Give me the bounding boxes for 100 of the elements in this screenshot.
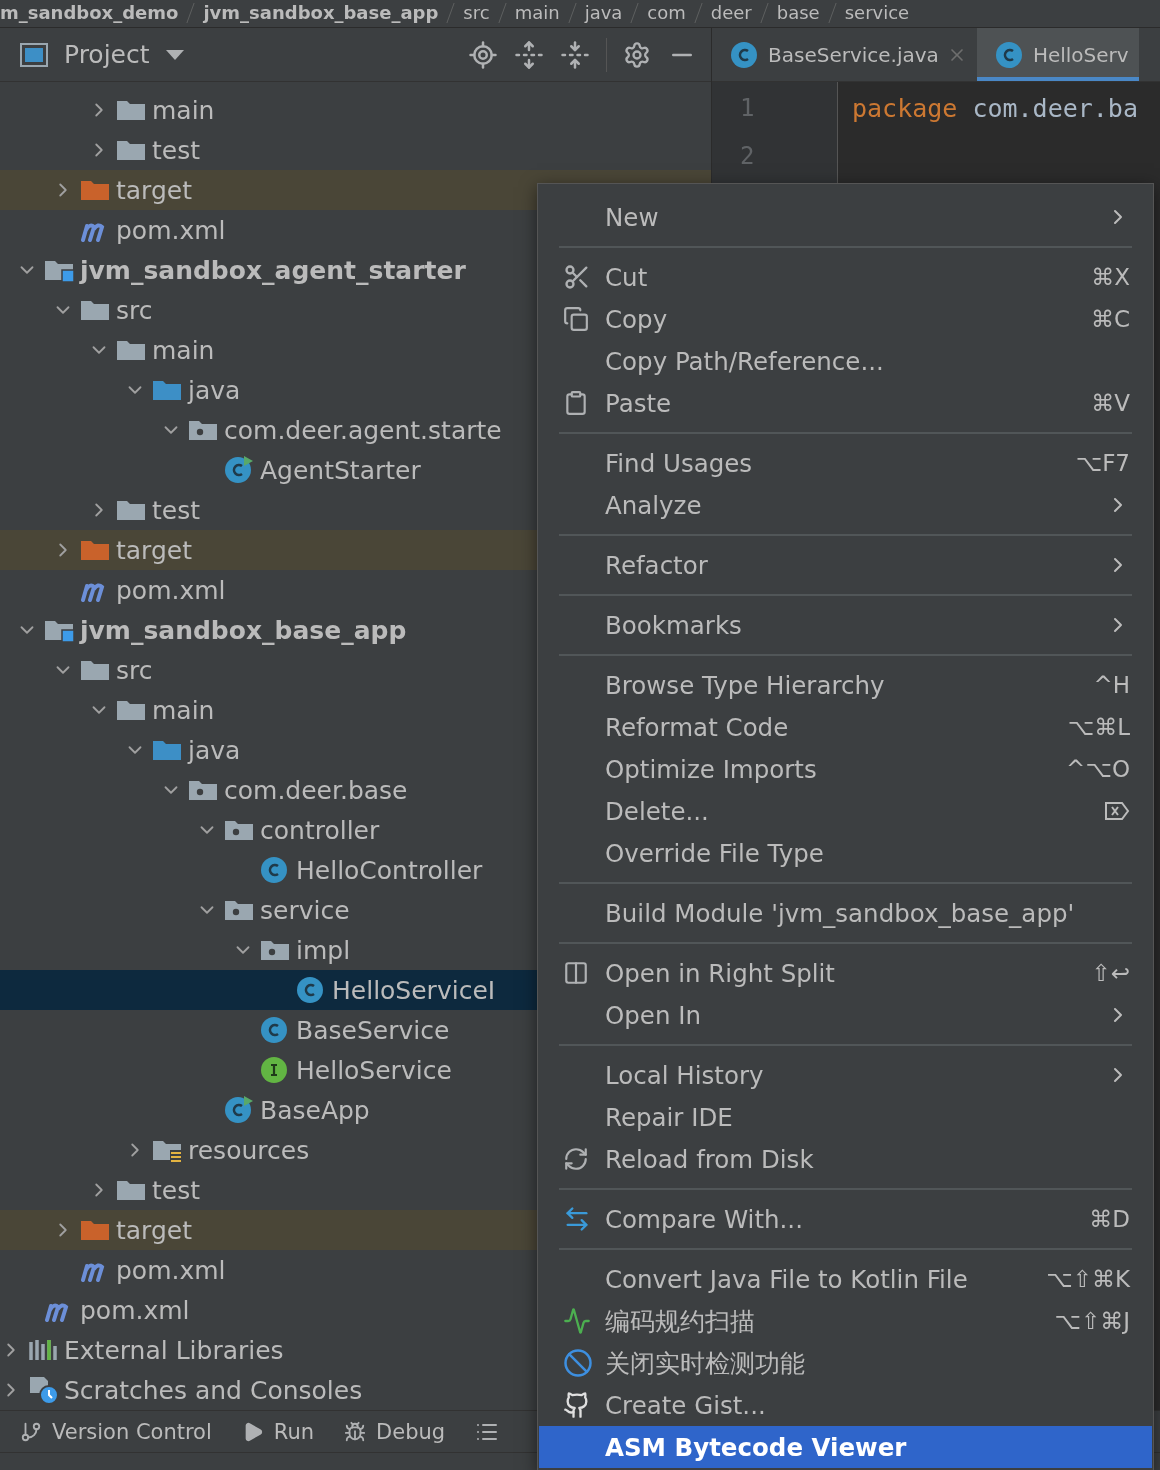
package-icon: [224, 898, 254, 922]
tree-item-label: External Libraries: [64, 1335, 284, 1365]
menu-item-label: Repair IDE: [605, 1102, 734, 1132]
tree-row[interactable]: main: [0, 90, 711, 130]
tree-item-label: src: [116, 295, 153, 325]
menu-item[interactable]: Delete...: [539, 790, 1152, 832]
menu-item-label: Build Module 'jvm_sandbox_base_app': [605, 898, 1076, 928]
menu-item[interactable]: Analyze: [539, 484, 1152, 526]
tool-window-button[interactable]: Debug: [344, 1419, 446, 1444]
expand-all-icon[interactable]: [514, 39, 544, 70]
menu-item-label: Bookmarks: [605, 610, 743, 640]
menu-item[interactable]: Override File Type: [539, 832, 1152, 874]
shortcut: ⌥F7: [1075, 450, 1130, 476]
menu-item[interactable]: Cut ⌘X: [539, 256, 1152, 298]
tree-item-label: impl: [296, 935, 351, 965]
resources-folder-icon: [152, 1138, 182, 1162]
tree-item-label: controller: [260, 815, 380, 845]
menu-item[interactable]: Reformat Code ⌥⌘L: [539, 706, 1152, 748]
menu-item-label: Find Usages: [605, 448, 754, 478]
menu-item[interactable]: Find Usages ⌥F7: [539, 442, 1152, 484]
folder-icon: [116, 698, 146, 722]
tree-item-label: pom.xml: [80, 1295, 190, 1325]
menu-item[interactable]: Build Module 'jvm_sandbox_base_app': [539, 892, 1152, 934]
panel-title[interactable]: Project: [64, 40, 150, 69]
menu-item[interactable]: Create Gist...: [539, 1384, 1152, 1426]
module-folder-icon: [44, 258, 74, 282]
breadcrumb-item[interactable]: service: [844, 2, 910, 23]
tree-item-label: java: [188, 735, 241, 765]
tree-item-label: jvm_sandbox_agent_starter: [80, 255, 466, 285]
tree-item-label: Scratches and Consoles: [64, 1375, 363, 1405]
tree-item-label: main: [152, 95, 215, 125]
folder-icon: [80, 298, 110, 322]
breadcrumb-item[interactable]: m_sandbox_demo: [0, 2, 179, 23]
shortcut: ^H: [1093, 672, 1130, 698]
settings-icon[interactable]: [623, 40, 651, 69]
menu-item[interactable]: Convert Java File to Kotlin File ⌥⇧⌘K: [539, 1258, 1152, 1300]
editor-tab[interactable]: HelloServ: [976, 28, 1139, 81]
tree-item-label: java: [188, 375, 241, 405]
menu-item[interactable]: Repair IDE: [539, 1096, 1152, 1138]
libraries-icon: [28, 1338, 58, 1362]
shortcut: ^⌥O: [1066, 756, 1130, 782]
tree-item-label: jvm_sandbox_base_app: [80, 615, 407, 645]
shortcut: ⌘C: [1090, 306, 1130, 332]
breadcrumb-item[interactable]: main: [514, 2, 560, 23]
tree-item-label: AgentStarter: [260, 455, 421, 485]
editor-tab[interactable]: BaseService.java: [712, 28, 977, 81]
menu-item[interactable]: 编码规约扫描 ⌥⇧⌘J: [539, 1300, 1152, 1342]
menu-item[interactable]: Copy Path/Reference...: [539, 340, 1152, 382]
module-folder-icon: [44, 618, 74, 642]
menu-item[interactable]: Local History: [539, 1054, 1152, 1096]
scratches-icon: [28, 1375, 60, 1405]
bug-icon: [344, 1420, 367, 1443]
menu-item-label: ASM Bytecode Viewer: [605, 1432, 908, 1462]
menu-item[interactable]: Browse Type Hierarchy ^H: [539, 664, 1152, 706]
tool-window-button[interactable]: Run: [241, 1419, 315, 1444]
menu-item[interactable]: 关闭实时检测功能: [539, 1342, 1152, 1384]
menu-item[interactable]: Optimize Imports ^⌥O: [539, 748, 1152, 790]
tree-item-label: HelloServiceI: [332, 975, 496, 1005]
folder-icon: [80, 1218, 110, 1242]
folder-icon: [116, 498, 146, 522]
folder-icon: [116, 98, 146, 122]
folder-icon: [80, 658, 110, 682]
folder-icon: [80, 538, 110, 562]
tool-window-button[interactable]: Version Control: [20, 1419, 212, 1444]
code-keyword: package: [852, 93, 958, 123]
scan-icon: [563, 1307, 591, 1335]
breadcrumb-item[interactable]: deer: [710, 2, 752, 23]
menu-item[interactable]: Copy ⌘C: [539, 298, 1152, 340]
class-icon: [260, 855, 290, 885]
collapse-all-icon[interactable]: [560, 39, 590, 70]
menu-item-label: 关闭实时检测功能: [605, 1347, 806, 1380]
menu-item-label: Override File Type: [605, 838, 825, 868]
tree-item-label: HelloService: [296, 1055, 452, 1085]
tree-item-label: resources: [188, 1135, 310, 1165]
tree-item-label: pom.xml: [116, 575, 226, 605]
tree-item-label: pom.xml: [116, 1255, 226, 1285]
folder-icon: [152, 738, 182, 762]
menu-item-label: 编码规约扫描: [605, 1305, 756, 1338]
copy-icon: [563, 306, 589, 332]
locate-icon[interactable]: [468, 39, 498, 70]
menu-item[interactable]: ASM Bytecode Viewer: [539, 1426, 1152, 1468]
menu-item[interactable]: Bookmarks: [539, 604, 1152, 646]
prohibit-icon: [563, 1348, 593, 1378]
folder-icon: [116, 1178, 146, 1202]
menu-item-label: Paste: [605, 388, 673, 418]
breadcrumb-item[interactable]: java: [584, 2, 623, 23]
breadcrumb-item[interactable]: jvm_sandbox_base_app: [203, 2, 439, 23]
runnable-class-icon: [224, 455, 254, 485]
tree-row[interactable]: test: [0, 130, 711, 170]
dropdown-caret-icon[interactable]: [165, 49, 184, 60]
tree-item-label: main: [152, 695, 215, 725]
menu-item-label: Copy: [605, 304, 669, 334]
menu-item-label: Convert Java File to Kotlin File: [605, 1264, 969, 1294]
menu-item-label: Cut: [605, 262, 649, 292]
breadcrumb-item[interactable]: src: [463, 2, 490, 23]
breadcrumb-item[interactable]: com: [647, 2, 686, 23]
menu-item[interactable]: Paste ⌘V: [539, 382, 1152, 424]
package-icon: [188, 778, 218, 802]
breadcrumb-item[interactable]: base: [776, 2, 820, 23]
menu-item-label: Optimize Imports: [605, 754, 818, 784]
